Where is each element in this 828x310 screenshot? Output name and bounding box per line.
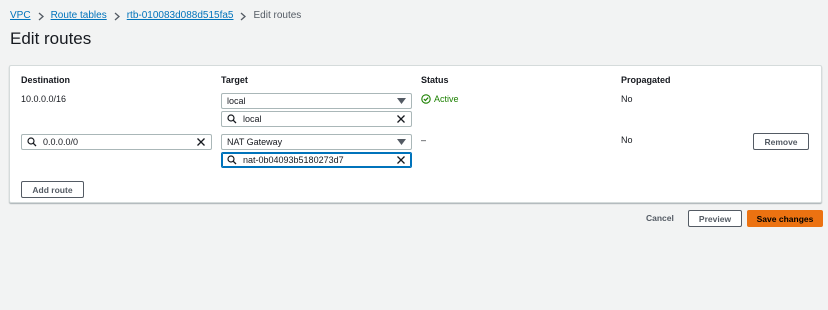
target-value-input[interactable]: local [221,111,412,127]
caret-down-icon [397,98,406,104]
status-text: – [421,135,427,145]
cancel-button[interactable]: Cancel [646,213,674,223]
breadcrumb: VPC Route tables rtb-010083d088d515fa5 E… [10,9,301,23]
destination-value: 0.0.0.0/0 [43,137,79,147]
target-value-text: local [243,114,262,124]
page-title: Edit routes [10,29,92,48]
routes-panel: Destination Target Status Propagated 10.… [9,65,822,203]
breadcrumb-route-tables[interactable]: Route tables [51,9,107,23]
target-value-text: nat-0b04093b5180273d7 [243,155,344,165]
route-destination-text: 10.0.0.0/16 [21,94,67,104]
propagated-text: No [621,94,633,104]
check-circle-icon [421,94,431,104]
column-header-destination: Destination [21,75,71,85]
status-text: Active [434,94,459,104]
column-header-target: Target [221,75,248,85]
add-route-button[interactable]: Add route [21,181,84,198]
column-header-propagated: Propagated [621,75,671,85]
save-changes-button[interactable]: Save changes [747,210,823,227]
target-type-select[interactable]: local [221,93,412,109]
breadcrumb-current: Edit routes [253,10,302,21]
propagated-text: No [621,135,633,145]
chevron-right-icon [114,12,120,21]
search-icon [227,114,237,124]
clear-icon[interactable] [396,114,406,124]
clear-icon[interactable] [196,137,206,147]
breadcrumb-vpc[interactable]: VPC [10,9,31,23]
caret-down-icon [397,139,406,145]
breadcrumb-route-table-id[interactable]: rtb-010083d088d515fa5 [127,9,234,23]
destination-input[interactable]: 0.0.0.0/0 [21,134,212,150]
chevron-right-icon [38,12,44,21]
chevron-right-icon [240,12,247,21]
preview-button[interactable]: Preview [688,210,742,227]
target-type-select[interactable]: NAT Gateway [221,134,412,150]
target-type-value: local [227,96,246,106]
remove-route-button[interactable]: Remove [753,133,809,150]
target-type-value: NAT Gateway [227,137,283,147]
target-value-input[interactable]: nat-0b04093b5180273d7 [221,152,412,168]
status-badge: Active [421,94,459,104]
search-icon [27,137,37,147]
column-header-status: Status [421,75,449,85]
clear-icon[interactable] [396,155,406,165]
search-icon [227,155,237,165]
